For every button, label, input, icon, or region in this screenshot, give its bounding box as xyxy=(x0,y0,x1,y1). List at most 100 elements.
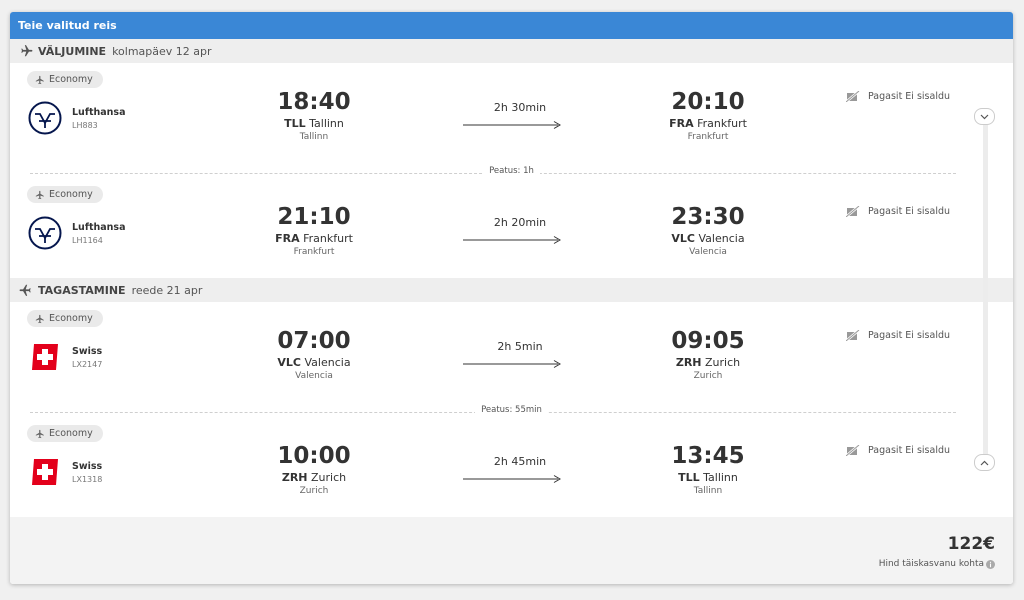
plane-icon xyxy=(19,284,31,296)
departure-route: ZRH Zurich xyxy=(234,471,394,484)
swiss-logo xyxy=(32,459,58,485)
stop-label: Peatus: 55min xyxy=(10,405,1013,415)
cabin-label: Economy xyxy=(49,189,93,200)
arrival-city: Tallinn xyxy=(703,471,738,484)
arrow-right-icon xyxy=(463,360,561,368)
airline-name: Swiss xyxy=(72,461,103,472)
arrival-route: FRA Frankfurt xyxy=(628,117,788,130)
cabin-badge: Economy xyxy=(27,186,103,203)
plane-icon xyxy=(35,314,44,323)
swiss-logo xyxy=(32,344,58,370)
plane-icon xyxy=(35,190,44,199)
departure-block: 10:00 ZRH Zurich Zurich xyxy=(234,443,394,496)
price-footer: 122€ Hind täiskasvanu kohta xyxy=(10,517,1013,584)
departure-block: 07:00 VLC Valencia Valencia xyxy=(234,328,394,381)
arrival-airport: Zurich xyxy=(693,371,723,381)
baggage-label: Pagasit Ei sisaldu xyxy=(868,206,951,217)
flight-segment: Economy Swiss LX1318 10:00 ZRH Zurich Zu… xyxy=(10,417,985,512)
departure-airport: Frankfurt xyxy=(293,247,335,257)
cabin-badge: Economy xyxy=(27,425,103,442)
outbound-date: kolmapäev 12 apr xyxy=(112,44,212,58)
arrow-right-icon xyxy=(463,121,561,129)
stop-label: Peatus: 1h xyxy=(10,166,1013,176)
card-title: Teie valitud reis xyxy=(10,12,1013,39)
baggage-label: Pagasit Ei sisaldu xyxy=(868,91,951,102)
flight-segment: Economy Lufthansa LH1164 21:10 FRA Frank… xyxy=(10,178,985,273)
departure-city: Valencia xyxy=(304,356,351,369)
flight-duration: 2h 20min xyxy=(493,216,547,229)
departure-time: 18:40 xyxy=(277,89,351,115)
flight-duration: 2h 45min xyxy=(493,455,547,468)
departure-block: 21:10 FRA Frankfurt Frankfurt xyxy=(234,204,394,257)
departure-block: 18:40 TLL Tallinn Tallinn xyxy=(234,89,394,142)
flight-duration: 2h 30min xyxy=(493,101,547,114)
arrival-block: 23:30 VLC Valencia Valencia xyxy=(628,204,788,257)
arrival-route: ZRH Zurich xyxy=(628,356,788,369)
flight-number: LH883 xyxy=(72,121,98,130)
departure-city: Tallinn xyxy=(309,117,344,130)
flight-number: LH1164 xyxy=(72,236,103,245)
baggage-info: Pagasit Ei sisaldu xyxy=(846,206,950,217)
baggage-crossed-icon xyxy=(846,206,860,217)
scroll-up-button[interactable] xyxy=(974,454,995,471)
lufthansa-logo xyxy=(28,101,62,135)
return-title: TAGASTAMINE xyxy=(38,283,126,297)
cabin-label: Economy xyxy=(49,313,93,324)
airline-name: Swiss xyxy=(72,346,103,357)
arrival-block: 13:45 TLL Tallinn Tallinn xyxy=(628,443,788,496)
flight-segment: Economy Lufthansa LH883 18:40 TLL Tallin… xyxy=(10,63,985,158)
arrival-block: 20:10 FRA Frankfurt Frankfurt xyxy=(628,89,788,142)
departure-airport: Zurich xyxy=(299,486,329,496)
arrow-right-icon xyxy=(463,236,561,244)
flight-duration: 2h 5min xyxy=(497,340,543,353)
cabin-label: Economy xyxy=(49,428,93,439)
arrival-city: Zurich xyxy=(705,356,741,369)
chevron-up-icon xyxy=(980,460,989,465)
baggage-crossed-icon xyxy=(846,330,860,341)
arrival-route: TLL Tallinn xyxy=(628,471,788,484)
flight-number: LX1318 xyxy=(72,475,103,484)
arrival-time: 20:10 xyxy=(671,89,745,115)
plane-icon xyxy=(35,75,44,84)
arrival-city: Frankfurt xyxy=(697,117,747,130)
baggage-label: Pagasit Ei sisaldu xyxy=(868,330,951,341)
outbound-section-header: VÄLJUMINE kolmapäev 12 apr xyxy=(10,39,1013,63)
plane-icon xyxy=(21,45,33,57)
info-icon[interactable] xyxy=(986,559,995,569)
arrival-airport: Frankfurt xyxy=(687,132,729,142)
arrow-right-icon xyxy=(463,475,561,483)
baggage-crossed-icon xyxy=(846,91,860,102)
arrival-airport: Tallinn xyxy=(693,486,723,496)
cabin-badge: Economy xyxy=(27,71,103,88)
lufthansa-logo xyxy=(28,216,62,250)
baggage-info: Pagasit Ei sisaldu xyxy=(846,91,950,102)
departure-route: TLL Tallinn xyxy=(234,117,394,130)
arrival-time: 09:05 xyxy=(671,328,745,354)
airline-name: Lufthansa xyxy=(72,107,126,118)
departure-code: VLC xyxy=(277,356,302,369)
departure-time: 10:00 xyxy=(277,443,351,469)
chevron-down-icon xyxy=(980,114,989,119)
departure-code: TLL xyxy=(284,117,306,130)
scrollbar-track[interactable] xyxy=(983,120,988,465)
departure-route: FRA Frankfurt xyxy=(234,232,394,245)
departure-city: Frankfurt xyxy=(303,232,353,245)
total-price: 122€ xyxy=(947,534,995,554)
price-label-text: Hind täiskasvanu kohta xyxy=(878,559,984,569)
departure-time: 21:10 xyxy=(277,204,351,230)
arrival-code: ZRH xyxy=(675,356,702,369)
cabin-label: Economy xyxy=(49,74,93,85)
departure-code: ZRH xyxy=(281,471,308,484)
cabin-badge: Economy xyxy=(27,310,103,327)
departure-time: 07:00 xyxy=(277,328,351,354)
arrival-code: VLC xyxy=(671,232,696,245)
airline-name: Lufthansa xyxy=(72,222,126,233)
arrival-airport: Valencia xyxy=(689,247,727,257)
baggage-info: Pagasit Ei sisaldu xyxy=(846,445,950,456)
arrival-code: FRA xyxy=(669,117,694,130)
baggage-info: Pagasit Ei sisaldu xyxy=(846,330,950,341)
scroll-down-button[interactable] xyxy=(974,108,995,125)
arrival-code: TLL xyxy=(678,471,700,484)
flight-number: LX2147 xyxy=(72,360,103,369)
departure-city: Zurich xyxy=(311,471,347,484)
